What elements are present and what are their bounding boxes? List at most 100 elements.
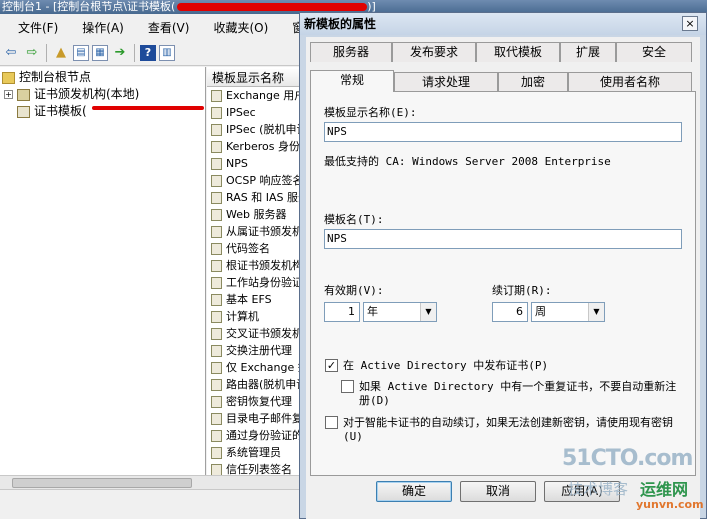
up-folder-icon[interactable]: ▲ [52,44,70,62]
template-icon [211,294,222,306]
toolbar-separator [46,43,47,62]
tab-issuance-requirements[interactable]: 发布要求 [392,42,476,62]
status-bar [0,489,303,519]
tab-security[interactable]: 安全 [616,42,692,62]
template-icon [211,345,222,357]
list-item[interactable]: 代码签名 [211,240,303,257]
template-icon [211,277,222,289]
tree-item-templates[interactable]: 证书模板( [17,103,87,120]
template-icon [211,158,222,170]
tab-subject-name[interactable]: 使用者名称 [568,72,692,92]
tree-item-ca[interactable]: + 证书颁发机构(本地) [4,86,139,103]
scrollbar-thumb[interactable] [12,478,192,488]
horizontal-scrollbar[interactable] [0,475,303,489]
template-icon [17,105,30,118]
tab-cryptography[interactable]: 加密 [498,72,568,92]
mmc-title: 控制台1 - [控制台根节点\证书模板( [2,0,176,13]
template-icon [211,209,222,221]
list-item[interactable]: IPSec (脱机申请) [211,121,303,138]
renewal-unit-value: 周 [535,305,546,318]
list-item[interactable]: 路由器(脱机申请) [211,376,303,393]
column-header-display-name[interactable]: 模板显示名称 [207,69,303,87]
list-item[interactable]: 仅 Exchange 签名 [211,359,303,376]
list-item[interactable]: 交换注册代理 [211,342,303,359]
smartcard-renew-checkbox[interactable] [325,416,338,429]
chevron-down-icon[interactable]: ▼ [420,303,436,321]
menu-view[interactable]: 查看(V) [130,16,196,40]
ok-button[interactable]: 确定 [376,481,452,502]
forward-icon[interactable]: ⇨ [23,44,41,62]
menu-file[interactable]: 文件(F) [0,16,64,40]
tree-item-root[interactable]: 控制台根节点 [2,69,91,86]
template-icon [211,192,222,204]
list-item[interactable]: OCSP 响应签名 [211,172,303,189]
template-icon [211,311,222,323]
tab-request-handling[interactable]: 请求处理 [394,72,498,92]
tab-general[interactable]: 常规 [310,70,394,92]
list-item[interactable]: NPS [211,155,303,172]
tab-superseded-templates[interactable]: 取代模板 [476,42,560,62]
tab-extensions[interactable]: 扩展 [560,42,616,62]
list-item[interactable]: Web 服务器 [211,206,303,223]
template-icon [211,243,222,255]
list-item[interactable]: 密钥恢复代理 [211,393,303,410]
back-icon[interactable]: ⇦ [2,44,20,62]
tree-item-label: 控制台根节点 [19,70,92,84]
display-name-label: 模板显示名称(E): [324,106,417,119]
template-properties-dialog: 新模板的属性 × 服务器 发布要求 取代模板 扩展 安全 常规 请求处理 加密 … [299,12,707,519]
close-icon[interactable]: × [682,16,698,31]
publish-ad-label: 在 Active Directory 中发布证书(P) [343,359,549,372]
renewal-unit-select[interactable]: 周 ▼ [531,302,605,322]
template-icon [211,124,222,136]
no-auto-reenroll-checkbox[interactable] [341,380,354,393]
list-item[interactable]: 计算机 [211,308,303,325]
list-item[interactable]: IPSec [211,104,303,121]
list-item[interactable]: 根证书颁发机构 [211,257,303,274]
dialog-title: 新模板的属性 [304,17,377,31]
action-pane-icon[interactable]: ▥ [159,44,175,61]
menu-action[interactable]: 操作(A) [64,16,130,40]
smartcard-renew-label: 对于智能卡证书的自动续订，如果无法创建新密钥，请使用现有密钥(U) [343,416,673,443]
validity-unit-select[interactable]: 年 ▼ [363,302,437,322]
list-item[interactable]: 从属证书颁发机构 [211,223,303,240]
publish-ad-checkbox[interactable]: ✓ [325,359,338,372]
help-icon[interactable]: ? [140,44,156,61]
list-item[interactable]: 工作站身份验证 [211,274,303,291]
list-item[interactable]: RAS 和 IAS 服务器 [211,189,303,206]
menu-favorites[interactable]: 收藏夹(O) [195,16,274,40]
renewal-period-input[interactable]: 6 [492,302,528,322]
cancel-button[interactable]: 取消 [460,481,536,502]
general-tab-panel: 模板显示名称(E): NPS 最低支持的 CA: Windows Server … [310,91,696,476]
expand-icon[interactable]: + [4,90,13,99]
template-name-label: 模板名(T): [324,213,384,226]
list-item[interactable]: Kerberos 身份验证 [211,138,303,155]
export-list-icon[interactable]: ➔ [111,44,129,62]
tab-server[interactable]: 服务器 [310,42,392,62]
apply-button[interactable]: 应用(A) [544,481,620,502]
chevron-down-icon[interactable]: ▼ [588,303,604,321]
list-item[interactable]: 通过身份验证的会话 [211,427,303,444]
display-name-input[interactable]: NPS [324,122,682,142]
console-tree: 控制台根节点 + 证书颁发机构(本地) 证书模板( [0,67,206,487]
dialog-body: 服务器 发布要求 取代模板 扩展 安全 常规 请求处理 加密 使用者名称 模板显… [306,37,700,519]
list-item[interactable]: 交叉证书颁发机构 [211,325,303,342]
tree-item-label: 证书模板( [34,104,87,118]
show-tree-icon[interactable]: ▤ [73,44,89,61]
template-icon [211,430,222,442]
list-item[interactable]: Exchange 用户 [211,87,303,104]
list-item[interactable]: 目录电子邮件复制 [211,410,303,427]
template-icon [211,226,222,238]
validity-unit-value: 年 [367,305,378,318]
dialog-title-bar: 新模板的属性 × [300,13,706,35]
template-icon [211,328,222,340]
template-icon [211,413,222,425]
list-item[interactable]: 系统管理员 [211,444,303,461]
validity-period-input[interactable]: 1 [324,302,360,322]
tree-item-label: 证书颁发机构(本地) [34,87,140,101]
template-icon [211,90,222,102]
template-icon [211,362,222,374]
properties-icon[interactable]: ▦ [92,44,108,61]
list-item[interactable]: 基本 EFS [211,291,303,308]
template-name-input[interactable]: NPS [324,229,682,249]
no-auto-reenroll-label: 如果 Active Directory 中有一个重复证书，不要自动重新注册(D) [359,380,677,407]
